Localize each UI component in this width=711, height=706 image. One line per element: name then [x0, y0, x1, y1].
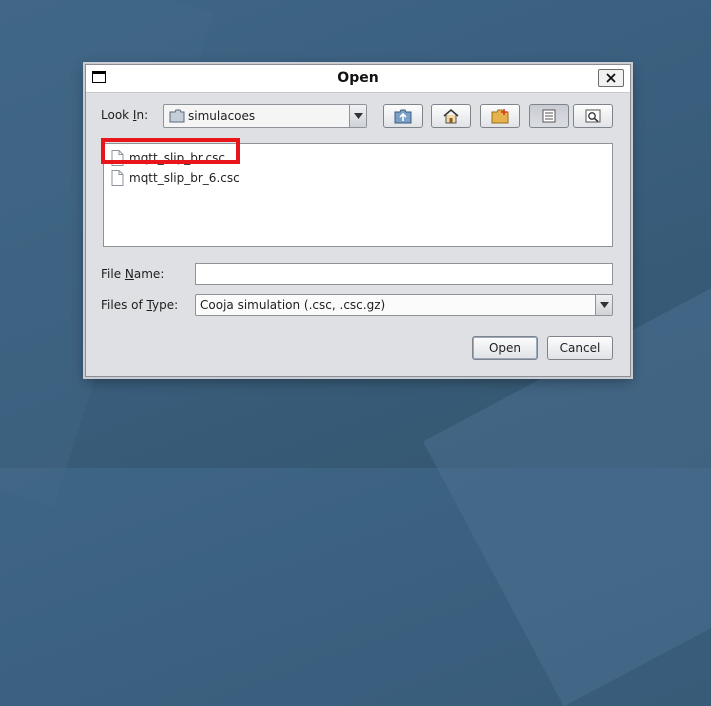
- open-button-label: Open: [488, 341, 522, 355]
- look-in-value: simulacoes: [188, 109, 256, 123]
- files-of-type-dropdown-arrow[interactable]: [595, 295, 612, 315]
- file-name-label-text: File: [101, 267, 125, 281]
- files-of-type-combo[interactable]: Cooja simulation (.csc, .csc.gz): [195, 294, 613, 316]
- files-of-type-label: Files of Type:: [101, 298, 178, 312]
- file-icon: [111, 170, 124, 186]
- new-folder-icon: [491, 109, 509, 124]
- home-button[interactable]: [431, 104, 471, 128]
- close-button[interactable]: [598, 69, 624, 87]
- file-name: mqtt_slip_br_6.csc: [129, 171, 240, 185]
- look-in-label-text: Look: [101, 108, 133, 122]
- dialog-title: Open: [337, 70, 379, 86]
- files-of-type-value: Cooja simulation (.csc, .csc.gz): [200, 298, 386, 312]
- up-one-level-icon: [394, 109, 412, 124]
- details-view-button[interactable]: [573, 104, 613, 128]
- file-name-label-text-end: ame:: [133, 267, 165, 281]
- chevron-down-icon: [353, 113, 363, 119]
- list-view-icon: [542, 109, 556, 123]
- highlight-annotation: [101, 138, 240, 164]
- folder-icon: [169, 109, 185, 123]
- look-in-dropdown-arrow[interactable]: [349, 105, 366, 127]
- file-name-input[interactable]: [195, 263, 613, 285]
- look-in-label-text-end: n:: [136, 108, 149, 122]
- look-in-combo[interactable]: simulacoes: [163, 104, 367, 128]
- file-name-label-mnemonic: N: [124, 267, 134, 281]
- file-item[interactable]: mqtt_slip_br_6.csc: [111, 169, 240, 187]
- list-view-button[interactable]: [529, 104, 569, 128]
- open-button[interactable]: Open: [472, 336, 538, 360]
- details-view-icon: [585, 109, 601, 123]
- cancel-button-label: Cancel: [559, 341, 601, 355]
- files-of-type-label-text: Files of: [101, 298, 147, 312]
- open-dialog: Open Look In: simulacoes mqtt_slip_br.cs…: [85, 64, 631, 377]
- close-icon: [606, 73, 616, 83]
- title-bar: Open: [86, 65, 630, 93]
- home-icon: [443, 108, 459, 124]
- look-in-label: Look In:: [101, 108, 148, 122]
- cancel-button[interactable]: Cancel: [547, 336, 613, 360]
- up-one-level-button[interactable]: [383, 104, 423, 128]
- files-of-type-label-text-end: ype:: [152, 298, 179, 312]
- chevron-down-icon: [599, 302, 609, 308]
- file-name-label: File Name:: [101, 267, 164, 281]
- new-folder-button[interactable]: [480, 104, 520, 128]
